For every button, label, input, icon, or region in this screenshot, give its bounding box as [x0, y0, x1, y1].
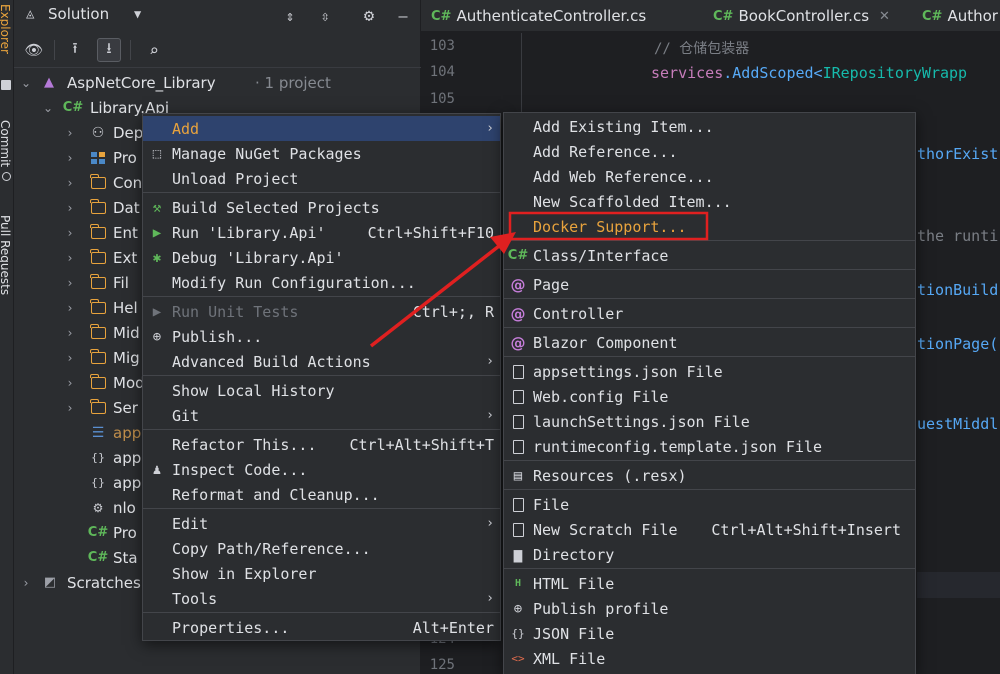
annotation-overlay [369, 211, 709, 348]
annotation-highlight-box [508, 211, 709, 241]
annotation-arrow-line [369, 244, 501, 348]
